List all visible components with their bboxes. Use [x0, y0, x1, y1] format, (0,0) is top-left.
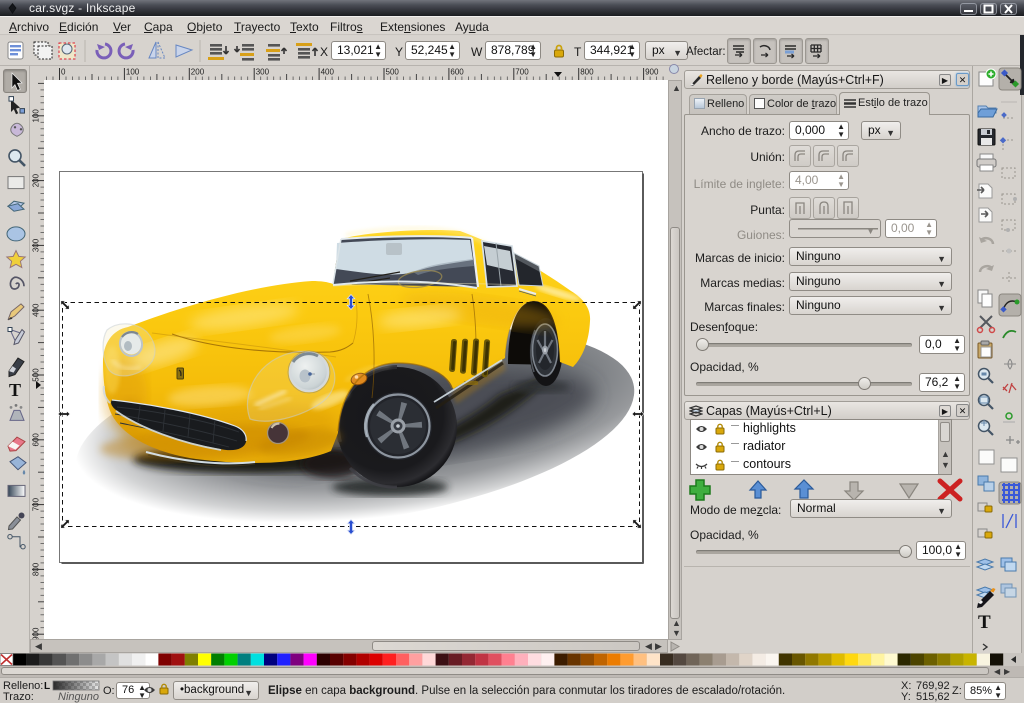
svg-text:100: 100 [126, 68, 140, 77]
svg-text:200: 200 [191, 68, 205, 77]
svg-text:700: 700 [515, 68, 529, 77]
svg-text:800: 800 [580, 68, 594, 77]
svg-text:0: 0 [61, 68, 66, 77]
svg-text:500: 500 [32, 368, 41, 382]
svg-text:900: 900 [645, 68, 659, 77]
svg-text:L: L [44, 681, 50, 691]
svg-text:600: 600 [32, 433, 41, 447]
svg-text:400: 400 [32, 303, 41, 317]
svg-text:300: 300 [256, 68, 270, 77]
svg-text:200: 200 [32, 173, 41, 187]
svg-text:400: 400 [321, 68, 335, 77]
svg-text:T: T [978, 612, 991, 633]
svg-text:700: 700 [32, 497, 41, 511]
svg-text:300: 300 [32, 238, 41, 252]
svg-text:600: 600 [450, 68, 464, 77]
svg-text:T: T [9, 380, 21, 400]
svg-text:500: 500 [386, 68, 400, 77]
svg-text:100: 100 [32, 109, 41, 123]
svg-text:800: 800 [32, 562, 41, 576]
